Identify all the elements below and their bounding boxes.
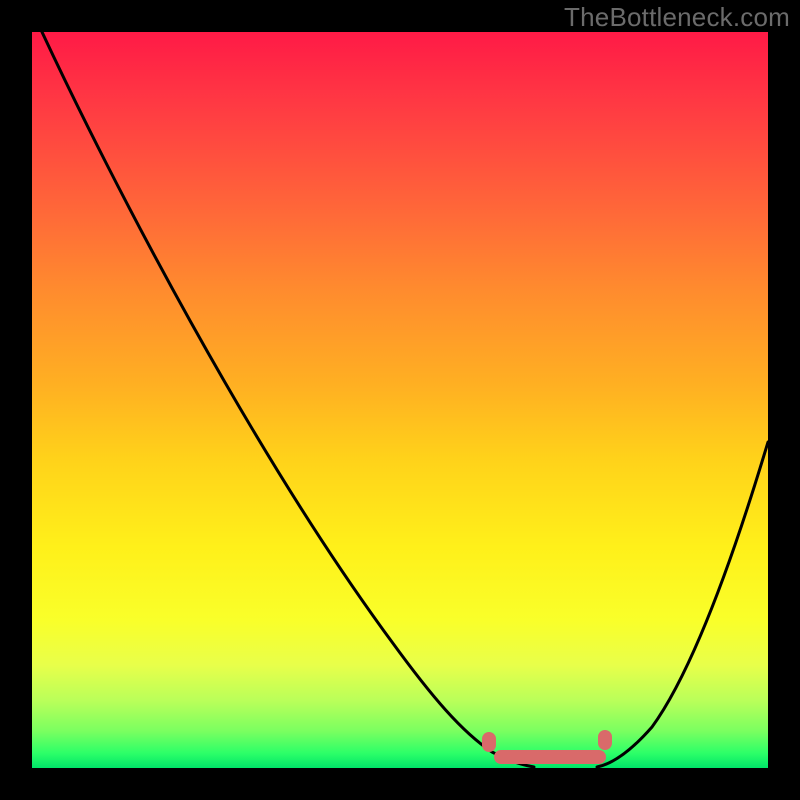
optimal-start-marker	[482, 732, 496, 752]
curve-left-limb	[42, 32, 534, 767]
watermark-text: TheBottleneck.com	[564, 2, 790, 33]
optimal-end-marker	[598, 730, 612, 750]
chart-plot-area	[32, 32, 768, 768]
optimal-range-band	[494, 750, 606, 764]
bottleneck-curve	[32, 32, 768, 768]
curve-right-limb	[597, 442, 768, 767]
chart-frame: TheBottleneck.com	[0, 0, 800, 800]
